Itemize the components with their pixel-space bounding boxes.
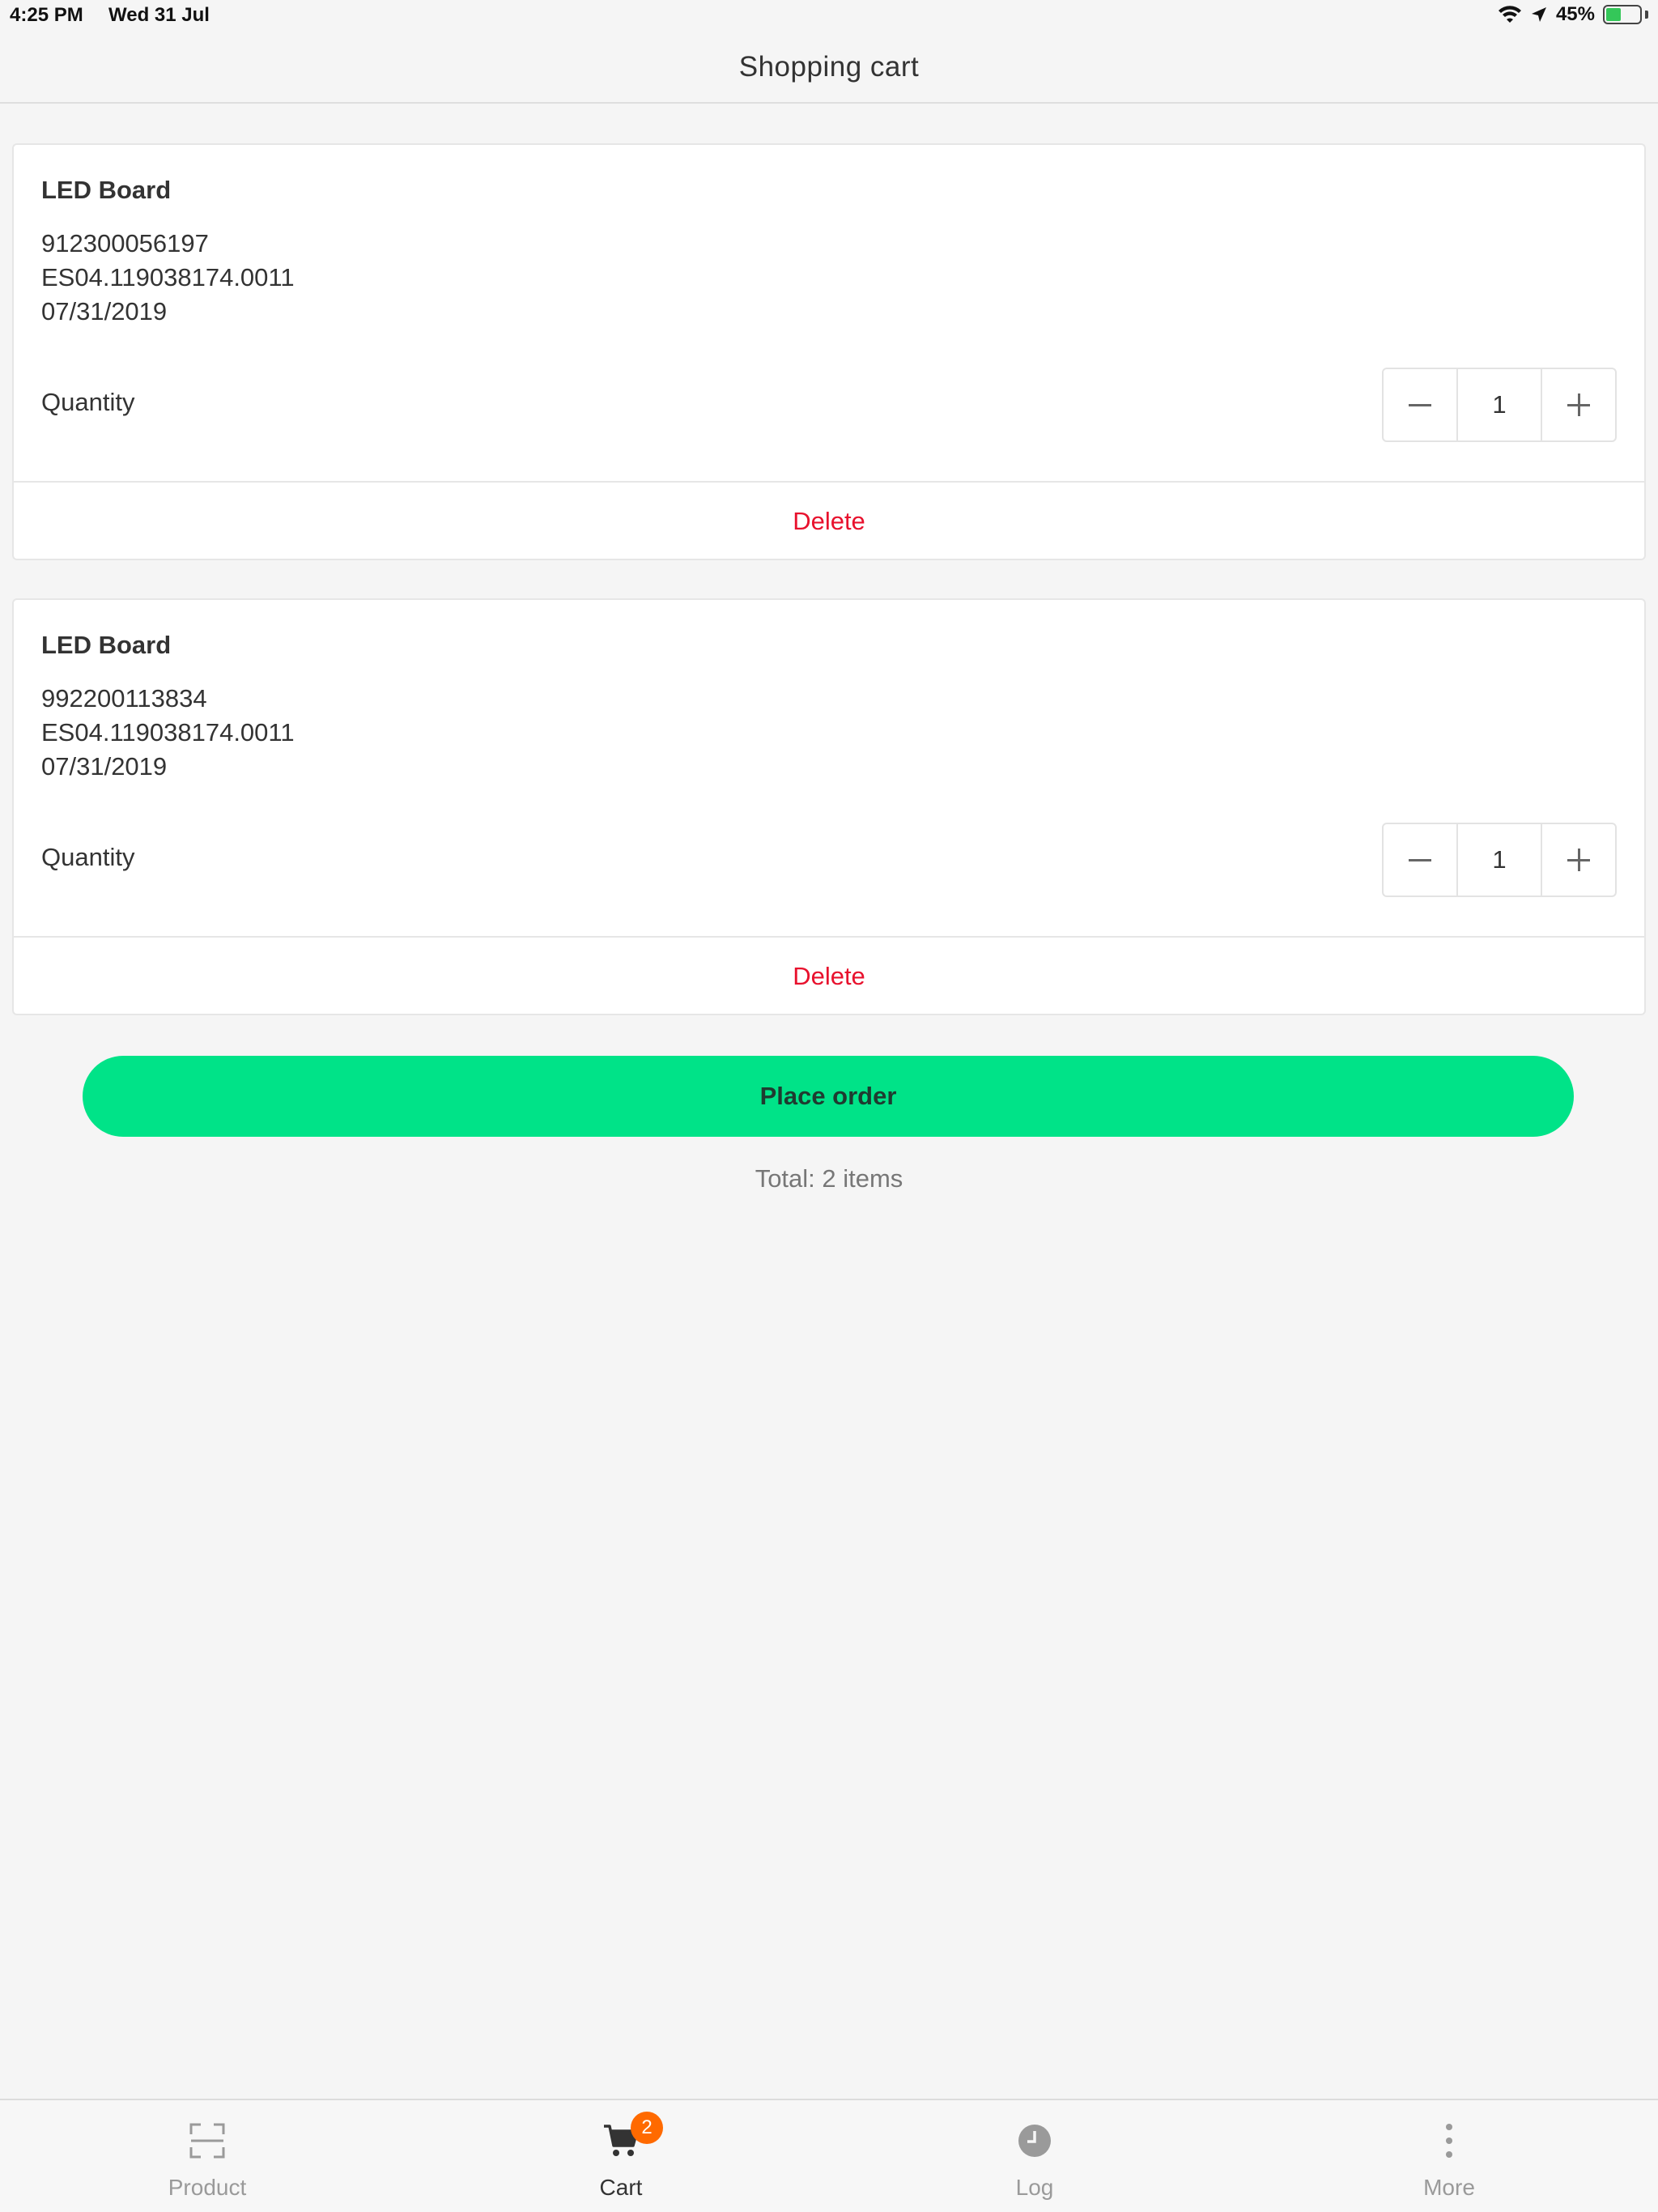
scan-frame-icon (185, 2118, 230, 2163)
product-code: ES04.119038174.0011 (41, 718, 295, 747)
delete-button[interactable]: Delete (14, 938, 1644, 1015)
plus-icon (1567, 849, 1590, 871)
minus-icon (1409, 859, 1431, 861)
decrement-button[interactable] (1384, 369, 1456, 440)
quantity-label: Quantity (41, 388, 135, 416)
tab-cart[interactable]: 2 Cart (500, 2100, 742, 2212)
tab-label: More (1423, 2175, 1475, 2200)
quantity-value[interactable]: 1 (1456, 369, 1542, 440)
product-name: LED Board (41, 631, 172, 659)
tab-bar: Product 2 Cart Log More (0, 2099, 1658, 2212)
cart-item-card: LED Board 912300056197 ES04.119038174.00… (12, 143, 1646, 560)
place-order-button[interactable]: Place order (83, 1056, 1574, 1137)
product-name: LED Board (41, 176, 172, 204)
cart-total: Total: 2 items (755, 1164, 903, 1193)
tab-more[interactable]: More (1328, 2100, 1571, 2212)
tab-label: Log (1015, 2175, 1054, 2200)
increment-button[interactable] (1542, 369, 1615, 440)
status-bar: 4:25 PM Wed 31 Jul 45% (0, 0, 1658, 32)
quantity-stepper: 1 (1382, 823, 1617, 897)
product-date: 07/31/2019 (41, 752, 168, 781)
page-title: Shopping cart (738, 51, 920, 83)
quantity-value[interactable]: 1 (1456, 824, 1542, 895)
cart-item-card: LED Board 992200113834 ES04.119038174.00… (12, 598, 1646, 1015)
cart-badge: 2 (631, 2112, 663, 2144)
increment-button[interactable] (1542, 824, 1615, 895)
tab-product[interactable]: Product (86, 2100, 329, 2212)
product-date: 07/31/2019 (41, 297, 168, 325)
wifi-icon (1498, 5, 1522, 24)
plus-icon (1567, 393, 1590, 416)
product-code: ES04.119038174.0011 (41, 263, 295, 291)
battery-charging-icon (1603, 5, 1648, 24)
clock-icon (1012, 2118, 1057, 2163)
quantity-stepper: 1 (1382, 368, 1617, 442)
tab-label: Cart (599, 2175, 643, 2200)
location-arrow-icon (1530, 6, 1548, 23)
product-serial: 912300056197 (41, 229, 209, 257)
more-vertical-icon (1426, 2118, 1472, 2163)
battery-percent: 45% (1555, 3, 1595, 25)
delete-button[interactable]: Delete (14, 483, 1644, 560)
tab-log[interactable]: Log (913, 2100, 1156, 2212)
quantity-label: Quantity (41, 843, 135, 871)
app-root: 4:25 PM Wed 31 Jul 45% Shopping cart LED… (0, 0, 1658, 2212)
status-date: Wed 31 Jul (108, 4, 210, 26)
product-serial: 992200113834 (41, 684, 207, 713)
tab-label: Product (168, 2175, 247, 2200)
decrement-button[interactable] (1384, 824, 1456, 895)
minus-icon (1409, 404, 1431, 406)
status-right: 45% (1498, 3, 1648, 26)
nav-header: Shopping cart (0, 32, 1658, 104)
status-time: 4:25 PM (10, 4, 83, 26)
